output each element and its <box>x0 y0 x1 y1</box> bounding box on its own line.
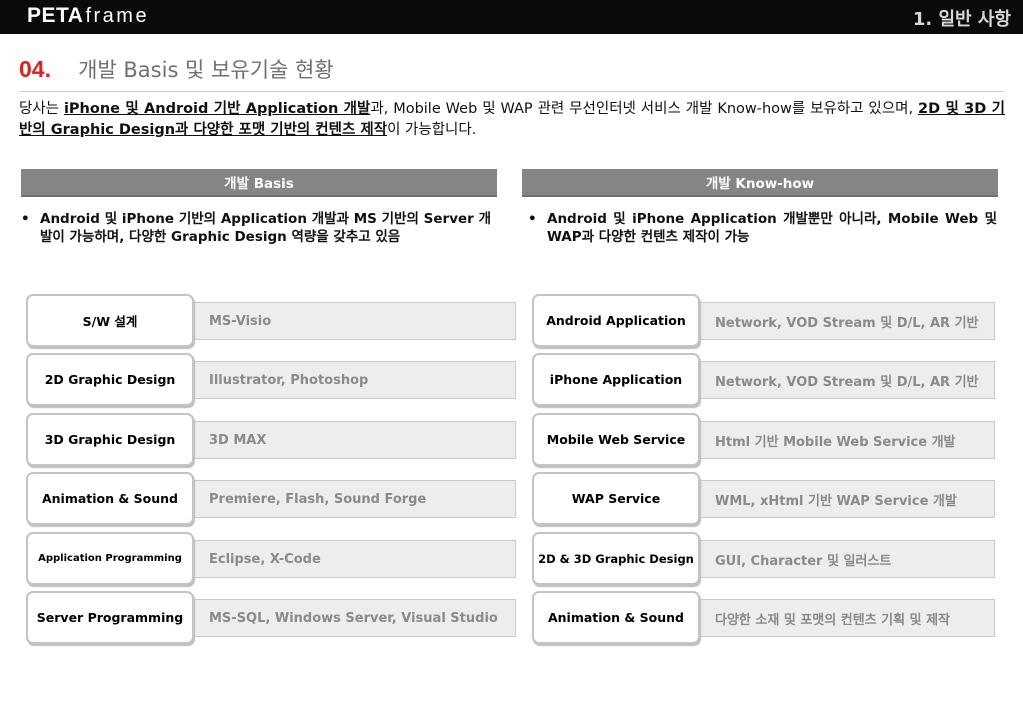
right-row-value: Html 기반 Mobile Web Service 개발 <box>692 421 995 459</box>
heading-number: 04. <box>19 56 51 82</box>
right-description: • Android 및 iPhone Application 개발뿐만 아니라,… <box>528 210 997 246</box>
intro-paragraph: 당사는 iPhone 및 Android 기반 Application 개발과,… <box>19 99 1005 141</box>
left-row-value: MS-SQL, Windows Server, Visual Studio <box>186 599 516 637</box>
right-row-value: WML, xHtml 기반 WAP Service 개발 <box>692 480 995 518</box>
left-row-label: Server Programming <box>26 591 194 644</box>
left-row-value: MS-Visio <box>186 302 516 340</box>
right-panel-header: 개발 Know-how <box>522 169 998 197</box>
right-row-value: 다양한 소재 및 포맷의 컨텐츠 기획 및 제작 <box>692 599 995 637</box>
page-heading: 04. 개발 Basis 및 보유기술 현황 <box>19 54 334 84</box>
left-row-label: S/W 설계 <box>26 294 194 347</box>
left-row-value: 3D MAX <box>186 421 516 459</box>
bullet-icon: • <box>528 211 537 227</box>
left-description-text: Android 및 iPhone 기반의 Application 개발과 MS … <box>40 211 491 245</box>
right-row-value: Network, VOD Stream 및 D/L, AR 기반 <box>692 302 995 340</box>
intro-text-3: 이 가능합니다. <box>387 122 477 138</box>
intro-highlight-1: iPhone 및 Android 기반 Application 개발 <box>63 101 371 117</box>
page-title: 개발 Basis 및 보유기술 현황 <box>78 58 334 82</box>
right-description-text: Android 및 iPhone Application 개발뿐만 아니라, M… <box>547 211 997 245</box>
brand-bold: PETA <box>27 4 84 27</box>
intro-text-2: 과, Mobile Web 및 WAP 관련 무선인터넷 서비스 개발 Know… <box>370 101 918 117</box>
section-label: 1. 일반 사항 <box>912 9 1011 30</box>
top-bar: PETA frame 1. 일반 사항 <box>0 0 1023 34</box>
right-row-value: GUI, Character 및 일러스트 <box>692 540 995 578</box>
left-panel-header: 개발 Basis <box>21 169 497 197</box>
right-row-label: WAP Service <box>532 472 700 525</box>
heading-divider <box>19 91 1004 92</box>
left-row-value: Premiere, Flash, Sound Forge <box>186 480 516 518</box>
right-row-label: Android Application <box>532 294 700 347</box>
bullet-icon: • <box>21 211 30 227</box>
right-row-value: Network, VOD Stream 및 D/L, AR 기반 <box>692 361 995 399</box>
left-row-label: Animation & Sound <box>26 472 194 525</box>
left-row-label: 3D Graphic Design <box>26 413 194 466</box>
brand-light: frame <box>85 5 150 27</box>
left-row-value: Eclipse, X-Code <box>186 540 516 578</box>
right-row-label: iPhone Application <box>532 353 700 406</box>
right-row-label: 2D & 3D Graphic Design <box>532 532 700 585</box>
left-row-value: Illustrator, Photoshop <box>186 361 516 399</box>
left-row-label: Application Programming <box>26 532 194 585</box>
brand-logo: PETA frame <box>27 4 149 28</box>
intro-text-1: 당사는 <box>19 101 64 117</box>
right-row-label: Animation & Sound <box>532 591 700 644</box>
left-row-label: 2D Graphic Design <box>26 353 194 406</box>
right-row-label: Mobile Web Service <box>532 413 700 466</box>
left-description: • Android 및 iPhone 기반의 Application 개발과 M… <box>21 210 491 246</box>
